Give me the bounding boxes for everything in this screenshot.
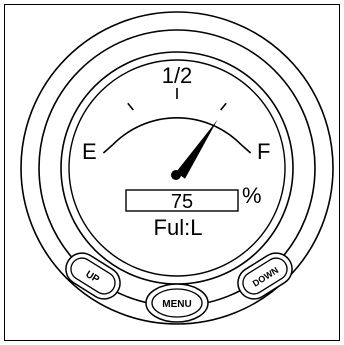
scale-label-full: F (257, 139, 270, 164)
menu-button[interactable]: MENU (145, 283, 209, 323)
scale-label-half: 1/2 (162, 63, 193, 88)
menu-button-label: MENU (162, 299, 191, 310)
mode-label: Ful:L (154, 215, 203, 240)
readout-unit: % (242, 183, 262, 208)
readout-value: 75 (171, 191, 193, 213)
needle-hub (171, 170, 181, 180)
fuel-gauge-device: E 1/2 F 75 % Ful:L UP MENU DOWN (20, 11, 334, 325)
scale-label-empty: E (82, 139, 97, 164)
